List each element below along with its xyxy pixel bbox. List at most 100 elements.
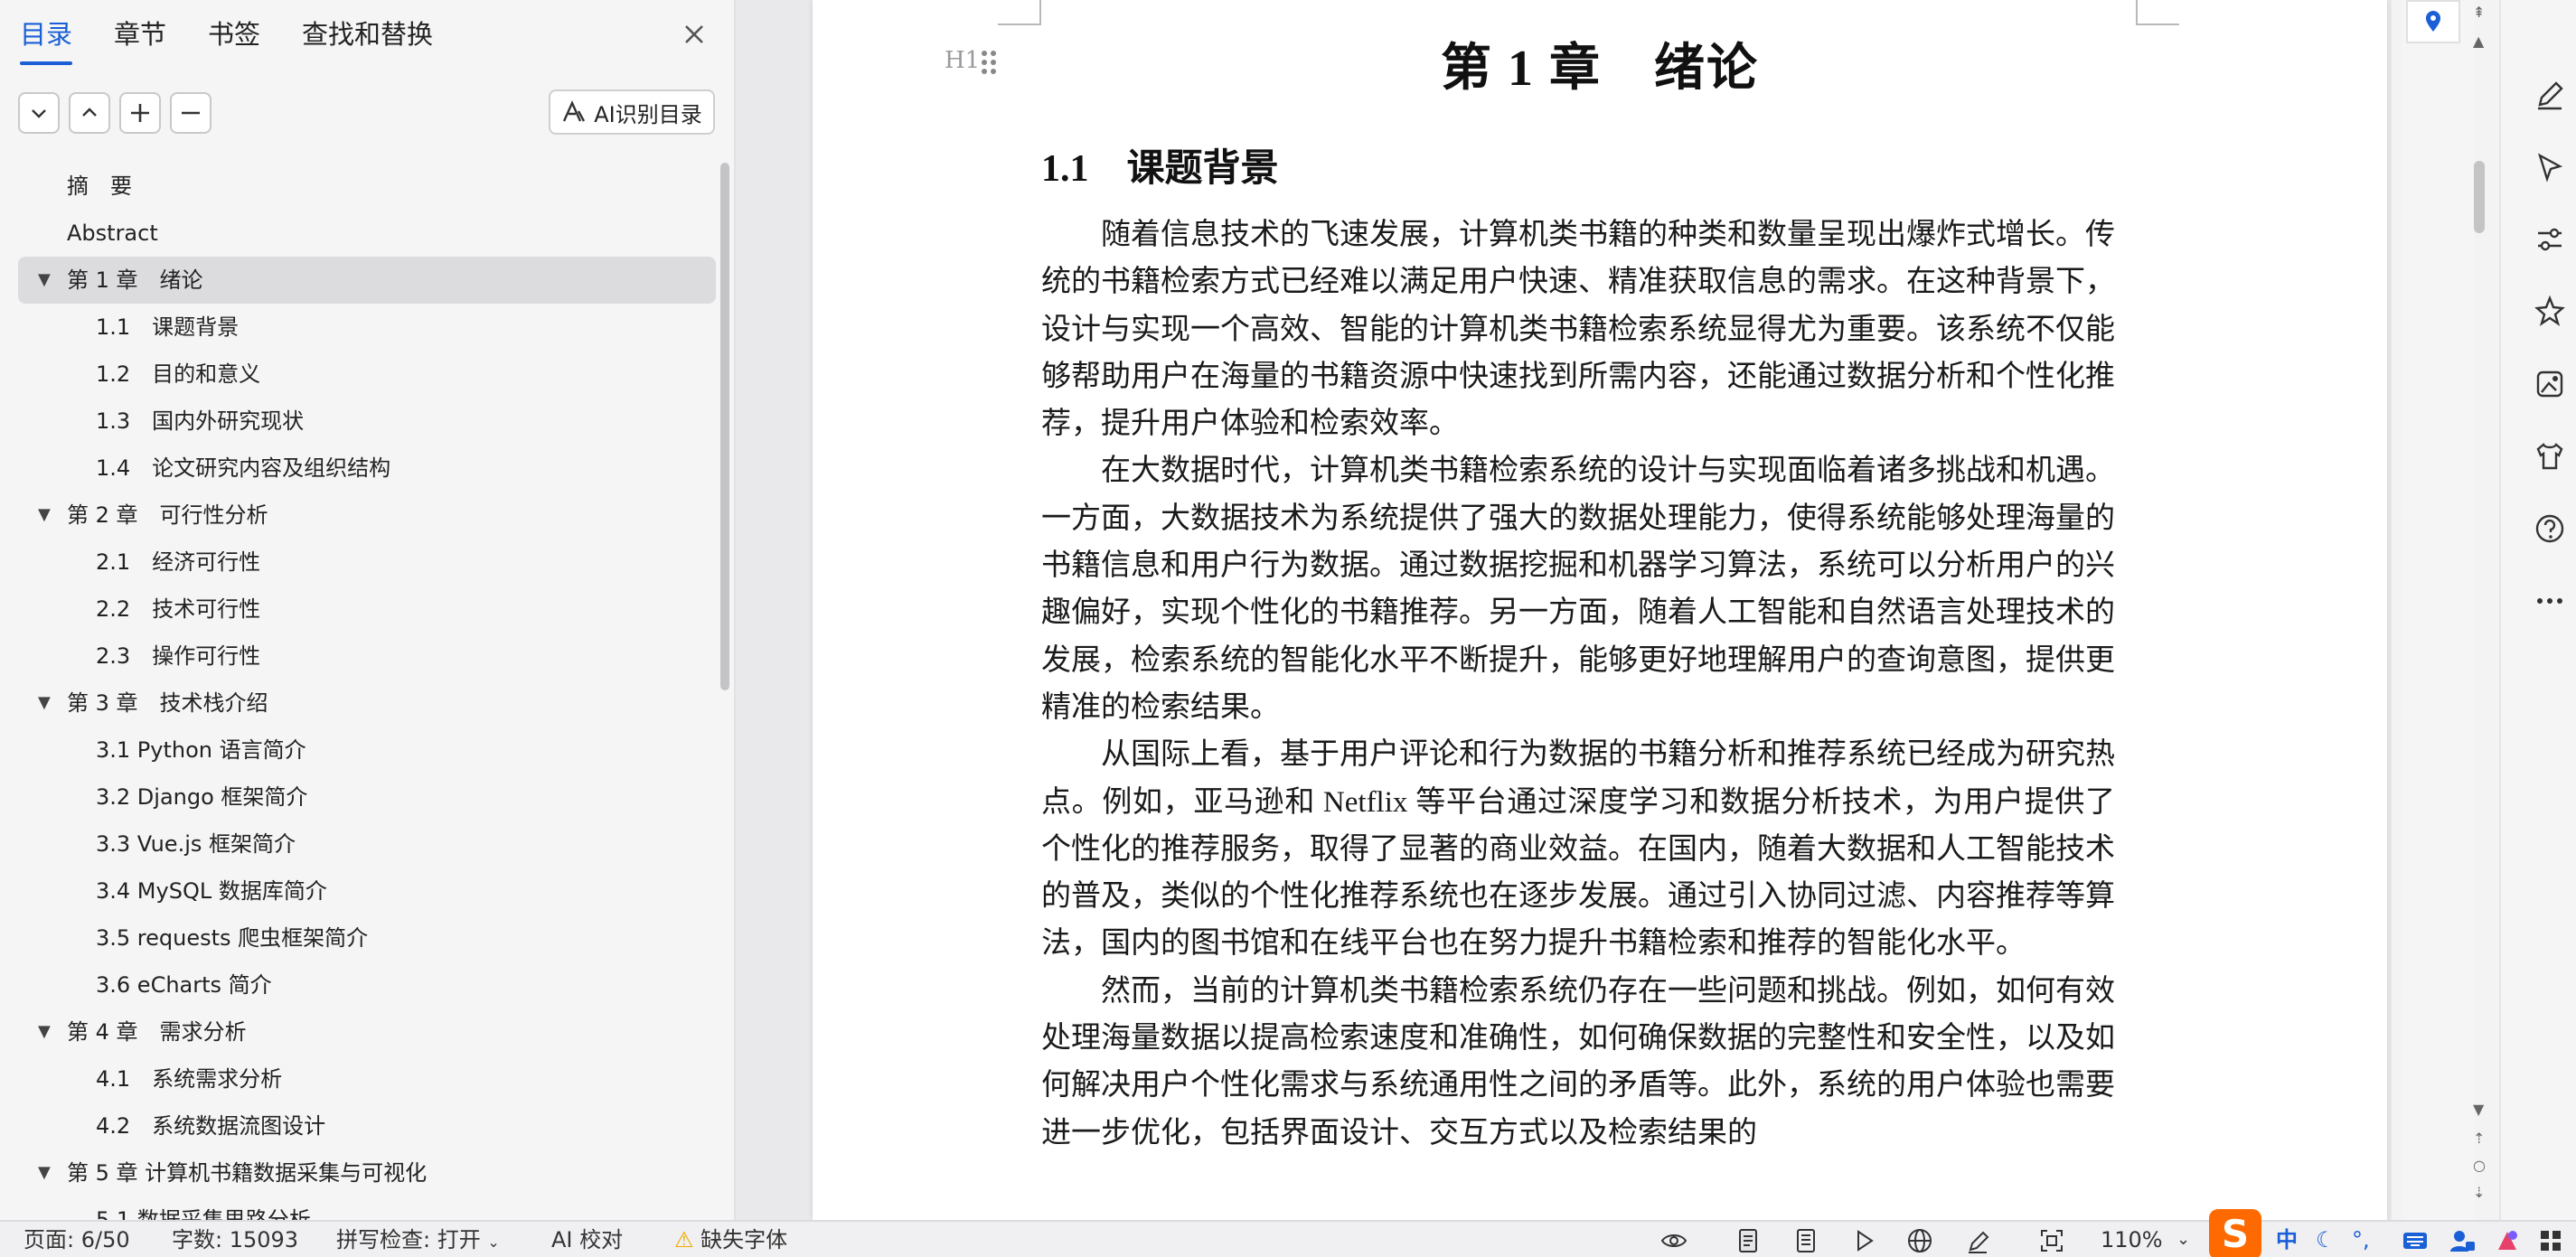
document-page[interactable]: H1 第 1 章 绪论 1.1 课题背景 随着信息技术的飞速发展，计算机类书籍的… [813, 0, 2387, 1220]
skin-theme-icon[interactable] [2493, 1226, 2522, 1255]
margin-corner-mark [2136, 0, 2179, 25]
add-heading-button[interactable] [119, 92, 161, 134]
remove-heading-button[interactable] [170, 92, 212, 134]
globe-icon[interactable] [1905, 1226, 1934, 1255]
toc-item[interactable]: 3.1 Python 语言简介 [18, 727, 716, 774]
collapse-up-button[interactable] [69, 92, 110, 134]
toc-item-label: 2.2 技术可行性 [96, 596, 261, 622]
document-scrollbar-thumb[interactable] [2474, 161, 2485, 233]
keyboard-icon[interactable] [2401, 1226, 2430, 1255]
location-pin-icon [2426, 11, 2440, 32]
toc-item[interactable]: 2.1 经济可行性 [18, 539, 716, 586]
more-options-icon[interactable] [2531, 582, 2569, 620]
toc-item[interactable]: 2.2 技术可行性 [18, 586, 716, 633]
toc-item-label: Abstract [67, 220, 158, 246]
spell-check-label: 拼写检查: 打开 [336, 1227, 481, 1252]
paragraph[interactable]: 从国际上看，基于用户评论和行为数据的书籍分析和推荐系统已经成为研究热点。例如，亚… [1041, 731, 2115, 967]
expand-triangle-icon[interactable]: ▼ [38, 1149, 51, 1196]
apps-grid-icon[interactable] [2536, 1226, 2565, 1255]
toc-item[interactable]: 3.4 MySQL 数据库简介 [18, 868, 716, 915]
warning-icon: ⚠ [674, 1227, 694, 1252]
toc-item[interactable]: 1.3 国内外研究现状 [18, 398, 716, 445]
toc-item[interactable]: 3.5 requests 爬虫框架简介 [18, 915, 716, 962]
eye-icon[interactable] [1659, 1226, 1688, 1255]
toc-item[interactable]: 4.2 系统数据流图设计 [18, 1102, 716, 1149]
pen-edit-icon[interactable] [2531, 76, 2569, 114]
tab-chapters[interactable]: 章节 [114, 16, 166, 60]
toc-item[interactable]: ▼ 第 4 章 需求分析 [18, 1008, 716, 1055]
tab-bookmarks[interactable]: 书签 [208, 16, 260, 60]
paragraph[interactable]: 随着信息技术的飞速发展，计算机类书籍的种类和数量呈现出爆炸式增长。传统的书籍检索… [1041, 211, 2115, 447]
toc-item[interactable]: 摘 要 [18, 163, 716, 210]
play-icon[interactable] [1849, 1226, 1878, 1255]
close-icon[interactable] [678, 18, 710, 51]
select-browse-object-icon[interactable]: ○ [2473, 1157, 2486, 1174]
outline-view-icon[interactable] [1791, 1226, 1820, 1255]
moon-icon[interactable]: ☾ [2316, 1225, 2336, 1254]
user-account-icon[interactable] [2448, 1226, 2477, 1255]
punctuation-icon[interactable]: °, [2352, 1225, 2370, 1254]
paragraph[interactable]: 然而，当前的计算机类书籍检索系统仍存在一些问题和挑战。例如，如何有效处理海量数据… [1041, 968, 2115, 1157]
expand-triangle-icon[interactable]: ▼ [38, 257, 51, 304]
next-page-icon[interactable]: ⇣ [2473, 1184, 2485, 1201]
toc-item[interactable]: ▼ 第 2 章 可行性分析 [18, 492, 716, 539]
highlighter-icon[interactable] [1963, 1226, 1992, 1255]
expand-triangle-icon[interactable]: ▼ [38, 1008, 51, 1055]
toc-item[interactable]: 3.3 Vue.js 框架简介 [18, 821, 716, 868]
expand-triangle-icon[interactable]: ▼ [38, 492, 51, 539]
toc-item-label: 第 2 章 可行性分析 [67, 502, 268, 528]
spell-check-toggle[interactable]: 拼写检查: 打开 ⌄ [336, 1225, 500, 1257]
chevron-down-icon[interactable]: ⌄ [2176, 1225, 2190, 1254]
toc-item[interactable]: 4.1 系统需求分析 [18, 1055, 716, 1102]
help-icon[interactable] [2531, 510, 2569, 548]
body-text[interactable]: 随着信息技术的飞速发展，计算机类书籍的种类和数量呈现出爆炸式增长。传统的书籍检索… [1041, 211, 2115, 1157]
chevron-down-icon: ⌄ [487, 1234, 500, 1251]
toc-item[interactable]: 3.2 Django 框架简介 [18, 774, 716, 821]
toc-item[interactable]: 1.4 论文研究内容及组织结构 [18, 445, 716, 492]
toc-item[interactable]: 5.1 数据采集思路分析 [18, 1196, 716, 1220]
page-indicator[interactable]: 页面: 6/50 [24, 1225, 130, 1254]
page-view-icon[interactable] [1734, 1226, 1763, 1255]
prev-page-icon[interactable]: ⇡ [2473, 1130, 2485, 1147]
toc-item[interactable]: ▼ 第 5 章 计算机书籍数据采集与可视化 [18, 1149, 716, 1196]
scroll-up-arrow-icon[interactable]: ▲ [2473, 33, 2484, 50]
image-tool-icon[interactable] [2531, 365, 2569, 403]
ai-proofread-button[interactable]: AI 校对 [551, 1225, 623, 1254]
tab-toc[interactable]: 目录 [20, 16, 73, 65]
toc-item-label: 第 3 章 技术栈介绍 [67, 690, 268, 716]
location-pin-button[interactable] [2406, 0, 2460, 43]
shirt-style-icon[interactable] [2531, 437, 2569, 475]
chapter-heading[interactable]: 第 1 章 绪论 [813, 27, 2387, 100]
scroll-top-icon[interactable]: ⇞ [2473, 4, 2485, 21]
tab-find-replace[interactable]: 查找和替换 [302, 16, 433, 60]
star-magic-icon[interactable] [2531, 293, 2569, 331]
wps-writer-window: { "nav": { "tabs": ["目录", "章节", "书签", "查… [0, 0, 2576, 1257]
zoom-level[interactable]: 110% [2101, 1225, 2163, 1254]
adjust-sliders-icon[interactable] [2531, 220, 2569, 258]
toc-item[interactable]: 1.2 目的和意义 [18, 351, 716, 398]
select-cursor-icon[interactable] [2531, 148, 2569, 186]
expand-down-button[interactable] [18, 92, 60, 134]
missing-font-button[interactable]: ⚠ 缺失字体 [674, 1225, 787, 1254]
toc-item[interactable]: 3.6 eCharts 简介 [18, 962, 716, 1008]
minus-icon [182, 111, 200, 115]
paragraph[interactable]: 在大数据时代，计算机类书籍检索系统的设计与实现面临着诸多挑战和机遇。一方面，大数… [1041, 447, 2115, 731]
toc-item-label: 3.6 eCharts 简介 [96, 972, 272, 998]
toc-item[interactable]: ▼ 第 3 章 技术栈介绍 [18, 680, 716, 727]
toc-item[interactable]: 1.1 课题背景 [18, 304, 716, 351]
fit-page-icon[interactable] [2037, 1226, 2066, 1255]
toc-item[interactable]: ▼ 第 1 章 绪论 [18, 257, 716, 304]
toc-item[interactable]: 2.3 操作可行性 [18, 633, 716, 680]
toc-item[interactable]: Abstract [18, 210, 716, 257]
navigation-pane: 目录 章节 书签 查找和替换 AI识别目录 摘 要 Abstract ▼ 第 1 章 … [0, 0, 736, 1220]
expand-triangle-icon[interactable]: ▼ [38, 680, 51, 727]
toc-item-label: 1.3 国内外研究现状 [96, 408, 305, 434]
toc-scrollbar[interactable] [720, 163, 729, 690]
scroll-down-arrow-icon[interactable]: ▼ [2473, 1101, 2484, 1118]
ime-logo-icon[interactable]: S [2209, 1209, 2261, 1257]
word-count[interactable]: 字数: 15093 [172, 1225, 298, 1254]
ai-recognize-toc-button[interactable]: AI识别目录 [549, 89, 715, 135]
ime-mode-chinese[interactable]: 中 [2276, 1225, 2298, 1254]
section-heading[interactable]: 1.1 课题背景 [1041, 137, 1279, 192]
toc-item-label: 1.2 目的和意义 [96, 361, 261, 387]
